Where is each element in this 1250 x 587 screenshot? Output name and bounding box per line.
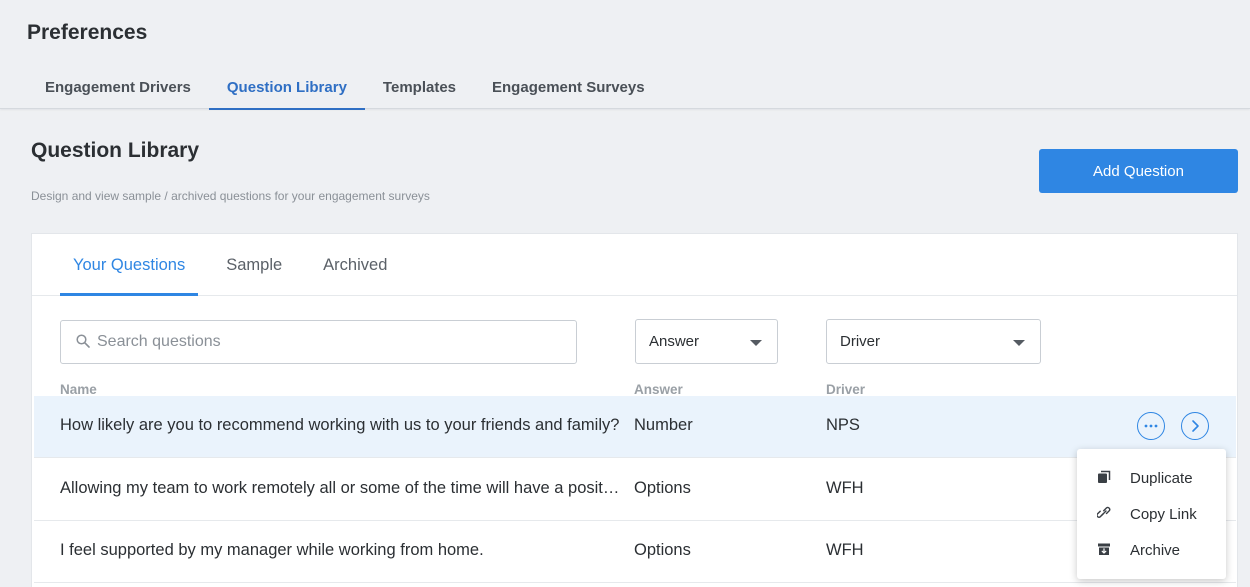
menu-item-label: Archive [1130, 542, 1181, 559]
menu-item-copy-link[interactable]: Copy Link [1077, 496, 1226, 532]
tab-engagement-surveys[interactable]: Engagement Surveys [474, 68, 663, 109]
link-icon [1097, 506, 1111, 518]
driver-filter-select[interactable]: Driver [826, 319, 1041, 364]
search-icon [76, 334, 90, 348]
page-title: Preferences [27, 21, 148, 44]
menu-item-label: Duplicate [1130, 470, 1193, 487]
search-input[interactable] [97, 322, 567, 362]
column-header-name[interactable]: Name [60, 382, 97, 397]
question-driver: NPS [826, 416, 860, 434]
question-name: Allowing my team to work remotely all or… [60, 479, 620, 497]
inner-tabs: Your Questions Sample Archived [32, 234, 1237, 296]
row-actions-menu: Duplicate Copy Link Archive [1077, 449, 1226, 579]
top-tabs: Engagement Drivers Question Library Temp… [27, 68, 663, 110]
answer-filter-select[interactable]: Answer [635, 319, 778, 364]
tab-your-questions[interactable]: Your Questions [60, 234, 199, 296]
table-row[interactable]: Allowing my team to work remotely all or… [34, 459, 1236, 521]
question-name: How likely are you to recommend working … [60, 416, 620, 434]
driver-filter-value: Driver [840, 333, 880, 350]
menu-item-label: Copy Link [1130, 506, 1197, 523]
open-question-button[interactable] [1181, 412, 1209, 440]
more-horizontal-icon [1144, 424, 1158, 428]
chevron-right-icon [1192, 420, 1199, 432]
chevron-down-icon [750, 340, 762, 346]
chevron-down-icon [1013, 340, 1025, 346]
question-name: I feel supported by my manager while wor… [60, 541, 484, 559]
tab-engagement-drivers[interactable]: Engagement Drivers [27, 68, 209, 109]
tab-archived[interactable]: Archived [310, 234, 400, 295]
duplicate-icon [1098, 470, 1111, 483]
section-subtitle: Design and view sample / archived questi… [31, 189, 430, 203]
column-header-driver[interactable]: Driver [826, 382, 865, 397]
question-driver: WFH [826, 479, 864, 497]
tab-question-library[interactable]: Question Library [208, 68, 365, 110]
question-driver: WFH [826, 541, 864, 559]
table-row[interactable]: I feel supported by my manager while wor… [34, 521, 1236, 583]
question-answer: Number [634, 416, 693, 434]
menu-item-archive[interactable]: Archive [1077, 532, 1226, 568]
search-box[interactable] [60, 320, 577, 364]
menu-item-duplicate[interactable]: Duplicate [1077, 460, 1226, 496]
tab-sample[interactable]: Sample [213, 234, 295, 295]
more-options-button[interactable] [1137, 412, 1165, 440]
column-header-answer[interactable]: Answer [634, 382, 683, 397]
table-row[interactable]: How likely are you to recommend working … [34, 396, 1236, 458]
questions-card: Your Questions Sample Archived Answer Dr… [31, 233, 1238, 587]
archive-icon [1098, 543, 1110, 555]
top-header: Preferences Engagement Drivers Question … [0, 0, 1250, 110]
question-answer: Options [634, 479, 691, 497]
question-answer: Options [634, 541, 691, 559]
tab-templates[interactable]: Templates [365, 68, 474, 109]
answer-filter-value: Answer [649, 333, 700, 350]
section-title: Question Library [31, 139, 200, 162]
add-question-button[interactable]: Add Question [1039, 149, 1238, 193]
